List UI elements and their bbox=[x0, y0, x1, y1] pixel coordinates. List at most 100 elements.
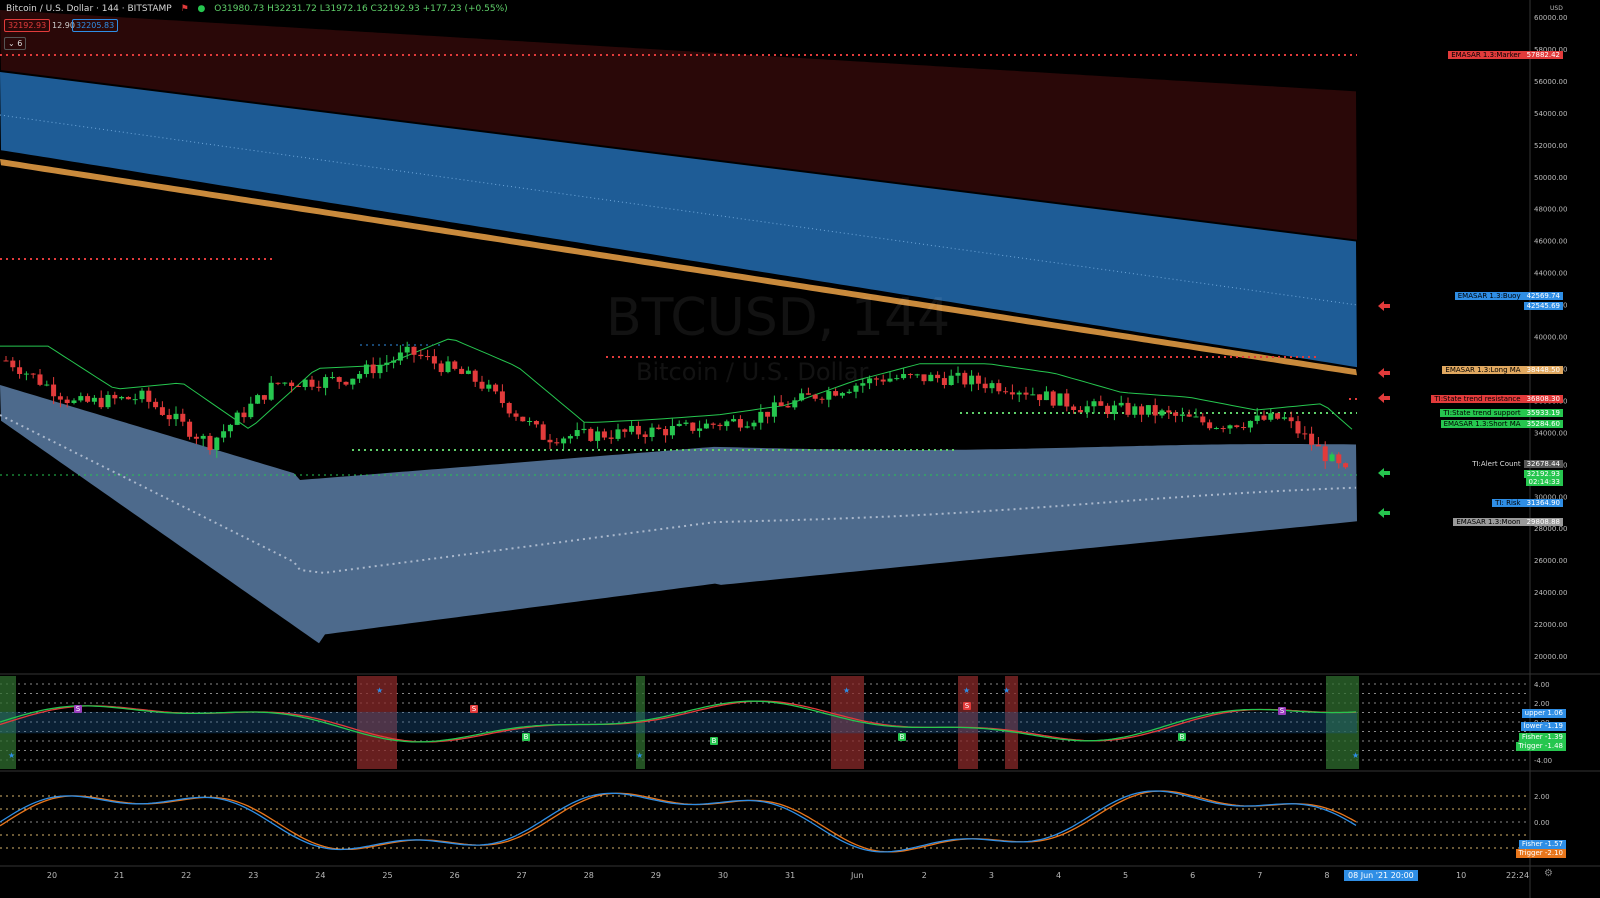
candle-body bbox=[173, 413, 179, 420]
candle-body bbox=[731, 419, 737, 422]
sell-marker: S bbox=[470, 705, 478, 713]
price-label-name: TI:State trend support bbox=[1440, 409, 1524, 417]
candle-body bbox=[1057, 393, 1063, 406]
sell-marker: S bbox=[74, 705, 82, 713]
candle-body bbox=[799, 393, 805, 401]
candle-body bbox=[391, 360, 397, 363]
candle-body bbox=[567, 436, 573, 439]
price-label: EMASAR 1.3:Moon 29808.88 bbox=[1450, 518, 1566, 527]
candle-body bbox=[663, 429, 669, 436]
osc1-label: Trigger -1.48 bbox=[1515, 742, 1566, 751]
candle-body bbox=[853, 385, 859, 392]
candle-body bbox=[914, 374, 920, 376]
candle-body bbox=[125, 396, 131, 400]
osc2-label: Fisher -1.57 bbox=[1518, 840, 1566, 849]
candle-body bbox=[1145, 405, 1151, 415]
signal-arrow-icon bbox=[1378, 508, 1390, 518]
candle-body bbox=[85, 396, 91, 402]
price-label-name: EMASAR 1.3:Short MA bbox=[1440, 420, 1524, 428]
candle-body bbox=[737, 419, 743, 428]
candle-body bbox=[717, 424, 723, 427]
candle-body bbox=[1247, 420, 1253, 428]
candle-body bbox=[547, 439, 553, 443]
candle-body bbox=[982, 383, 988, 389]
candle-body bbox=[778, 402, 784, 407]
candle-body bbox=[486, 384, 492, 389]
indicators-toggle[interactable]: ⌄ 6 bbox=[4, 37, 27, 50]
osc2-trigger-line bbox=[0, 790, 1357, 853]
candle-body bbox=[105, 394, 111, 408]
date-tick-label: 24 bbox=[315, 871, 325, 880]
osc1-label: upper 1.06 bbox=[1521, 709, 1566, 718]
candle-body bbox=[479, 381, 485, 389]
candle-body bbox=[1050, 391, 1056, 406]
candle-body bbox=[629, 425, 635, 432]
candle-body bbox=[1322, 446, 1328, 462]
candle-body bbox=[336, 377, 342, 382]
candle-body bbox=[309, 379, 315, 387]
price-tick-label: 34000.00 bbox=[1534, 429, 1567, 437]
candle-body bbox=[649, 427, 655, 437]
market-status-icon: ● bbox=[197, 4, 206, 14]
date-tick-label: 31 bbox=[785, 871, 795, 880]
candle-body bbox=[1193, 416, 1199, 418]
candle-body bbox=[1084, 406, 1090, 413]
ohlc-values: O31980.73 H32231.72 L31972.16 C32192.93 … bbox=[214, 4, 508, 14]
candle-body bbox=[23, 373, 29, 375]
price-label-value: 38448.50 bbox=[1523, 366, 1563, 374]
bid-price[interactable]: 32192.93 bbox=[4, 19, 51, 32]
flag-icon[interactable]: ⚑ bbox=[181, 4, 189, 14]
candle-body bbox=[703, 423, 709, 429]
candle-body bbox=[323, 377, 329, 388]
candle-body bbox=[574, 430, 580, 437]
candle-body bbox=[214, 437, 220, 451]
candle-body bbox=[765, 411, 771, 417]
candle-body bbox=[1309, 433, 1315, 445]
candle-body bbox=[139, 390, 145, 400]
candle-body bbox=[1064, 393, 1070, 407]
candle-body bbox=[642, 434, 648, 437]
candle-body bbox=[452, 361, 458, 369]
candle-body bbox=[1009, 392, 1015, 395]
price-tick-label: 22000.00 bbox=[1534, 621, 1567, 629]
ask-price[interactable]: 32205.83 bbox=[72, 19, 119, 32]
settings-gear-icon[interactable]: ⚙ bbox=[1544, 868, 1553, 879]
candle-body bbox=[948, 375, 954, 385]
candle-body bbox=[887, 378, 893, 382]
candle-body bbox=[1111, 405, 1117, 414]
date-tick-label: 28 bbox=[584, 871, 594, 880]
star-icon: ★ bbox=[843, 686, 851, 695]
candle-body bbox=[833, 391, 839, 396]
price-label-value: 42545.69 bbox=[1523, 302, 1563, 310]
price-label-name: EMASAR 1.3:Buoy bbox=[1454, 292, 1524, 300]
price-tick-label: 60000.00 bbox=[1534, 14, 1567, 22]
candle-body bbox=[51, 384, 57, 397]
chart-canvas[interactable]: 60000.0058000.0056000.0054000.0052000.00… bbox=[0, 0, 1600, 898]
candle-body bbox=[1139, 406, 1145, 415]
price-label: EMASAR 1.3:Marker 57882.42 bbox=[1445, 51, 1566, 60]
candle-body bbox=[1336, 454, 1342, 464]
buy-marker: B bbox=[710, 737, 718, 745]
candle-body bbox=[1125, 402, 1131, 415]
price-tick-label: 52000.00 bbox=[1534, 142, 1567, 150]
price-tick-label: 56000.00 bbox=[1534, 78, 1567, 86]
candle-body bbox=[554, 442, 560, 444]
candle-body bbox=[248, 403, 254, 418]
price-tick-label: 48000.00 bbox=[1534, 206, 1567, 214]
candle-body bbox=[445, 361, 451, 373]
candle-body bbox=[418, 354, 424, 357]
candle-body bbox=[826, 391, 832, 400]
buy-marker: B bbox=[1178, 733, 1186, 741]
price-label-value: 57882.42 bbox=[1523, 51, 1563, 59]
symbol-title[interactable]: Bitcoin / U.S. Dollar · 144 · BITSTAMP bbox=[6, 4, 172, 14]
star-icon: ★ bbox=[963, 686, 971, 695]
clock-time: 22:24 bbox=[1506, 871, 1530, 880]
candle-body bbox=[792, 400, 798, 408]
indicators-count: 6 bbox=[17, 39, 23, 48]
date-tick-label: 10 bbox=[1456, 871, 1466, 880]
candle-body bbox=[187, 421, 193, 437]
candle-body bbox=[465, 370, 471, 374]
candle-body bbox=[1315, 444, 1321, 447]
candle-body bbox=[316, 386, 322, 388]
price-label-value: 35284.60 bbox=[1523, 420, 1563, 428]
